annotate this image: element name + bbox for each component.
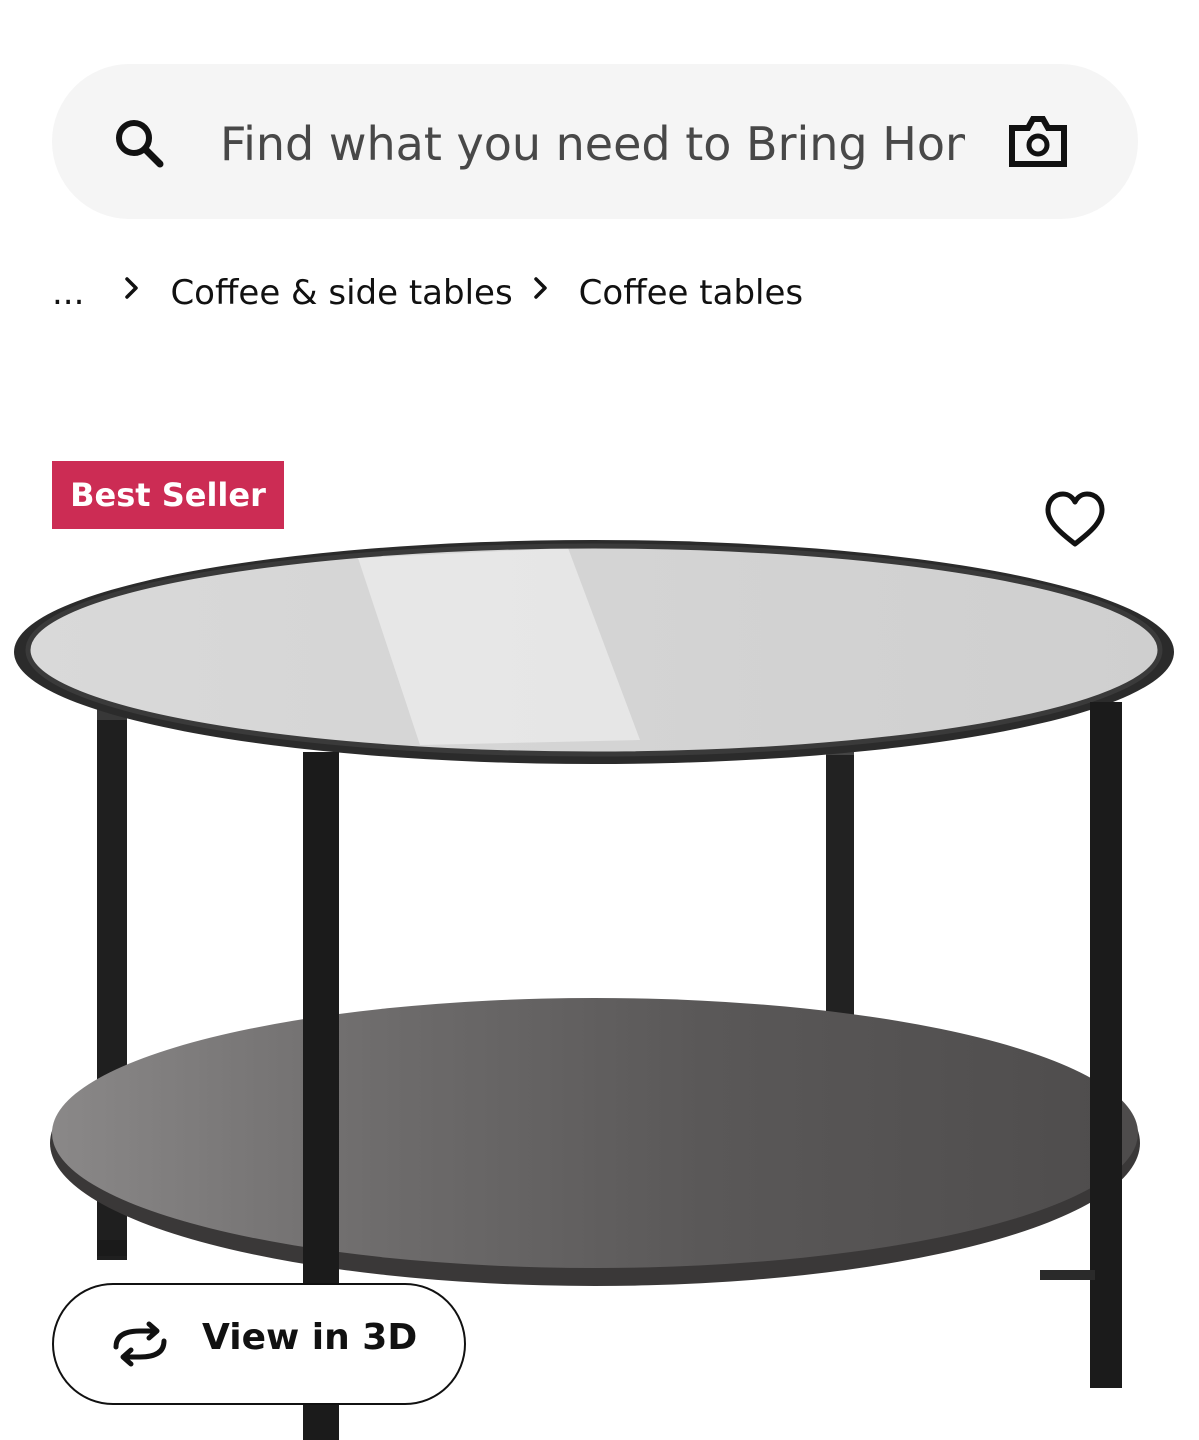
rotate-icon xyxy=(113,1321,167,1367)
breadcrumb-ellipsis[interactable]: ... xyxy=(52,273,84,313)
chevron-right-icon xyxy=(533,277,547,299)
heart-icon[interactable] xyxy=(1040,488,1110,552)
camera-icon[interactable] xyxy=(1006,112,1070,172)
product-page: ... Coffee & side tables Coffee tables xyxy=(0,0,1199,1440)
view-in-3d-button[interactable]: View in 3D xyxy=(52,1283,466,1405)
breadcrumb-item-coffee-tables[interactable]: Coffee tables xyxy=(579,273,803,313)
best-seller-badge: Best Seller xyxy=(52,461,284,529)
search-input[interactable] xyxy=(220,112,965,176)
view-in-3d-label: View in 3D xyxy=(202,1317,418,1358)
search-icon[interactable] xyxy=(110,114,170,174)
breadcrumb-item-coffee-side-tables[interactable]: Coffee & side tables xyxy=(170,273,512,313)
chevron-right-icon xyxy=(125,277,139,299)
breadcrumb: ... Coffee & side tables Coffee tables xyxy=(52,266,803,320)
